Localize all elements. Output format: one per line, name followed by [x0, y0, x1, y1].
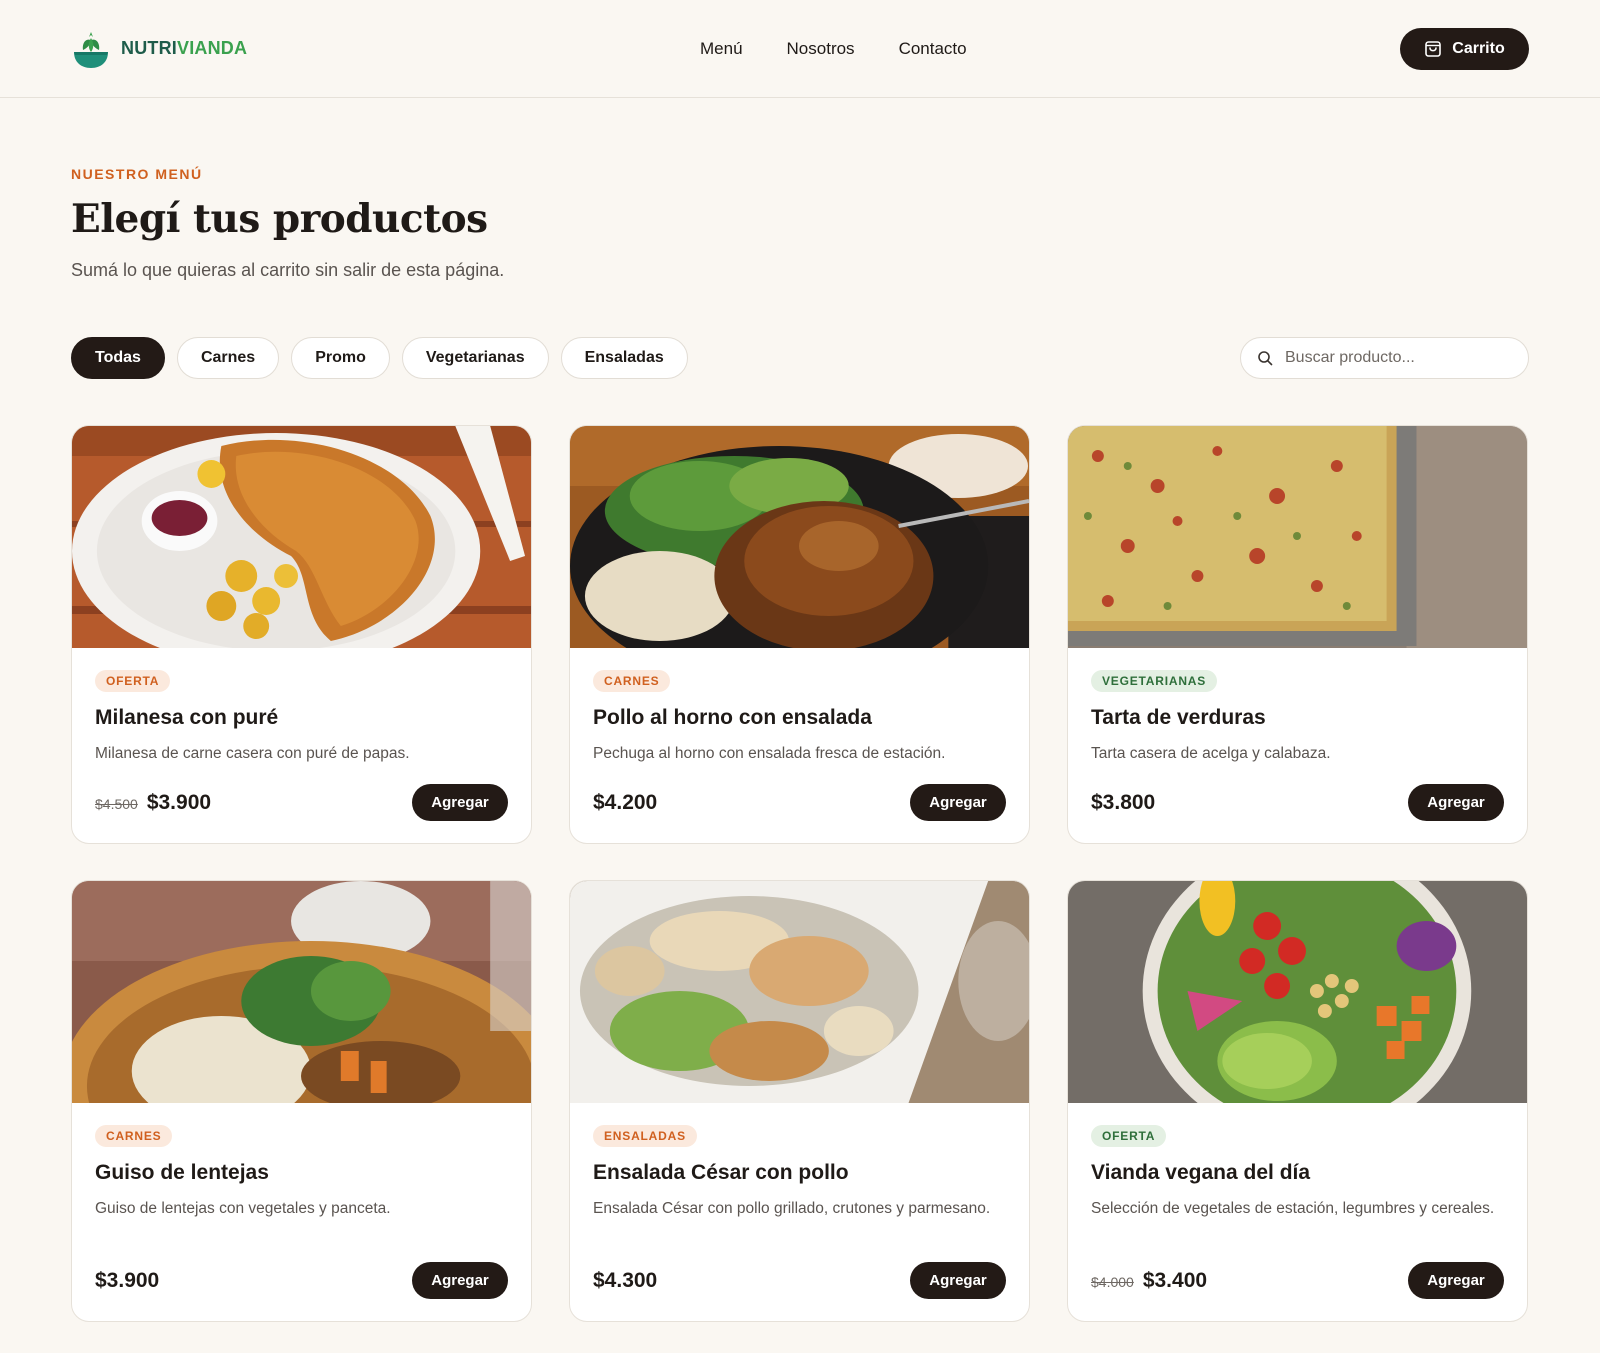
- add-to-cart-button[interactable]: Agregar: [1408, 1262, 1504, 1299]
- salad-bowl-icon: [74, 31, 108, 68]
- product-description: Tarta casera de acelga y calabaza.: [1091, 745, 1331, 762]
- product-name: Milanesa con puré: [95, 706, 279, 729]
- product-price: $3.800: [1091, 790, 1156, 814]
- filter-chip-ensaladas[interactable]: Ensaladas: [560, 337, 688, 379]
- brand-name-part: VIANDA: [177, 38, 248, 58]
- product-footer: $4.200 Agregar: [593, 784, 1006, 821]
- shopping-bag-icon: [1425, 41, 1442, 57]
- category-badge: OFERTA: [1091, 1125, 1167, 1147]
- add-to-cart-button[interactable]: Agregar: [1408, 784, 1504, 821]
- search-icon: [1258, 351, 1273, 366]
- product-description: Pechuga al horno con ensalada fresca de …: [593, 745, 946, 762]
- product-description: Milanesa de carne casera con puré de pap…: [95, 745, 410, 762]
- product-name: Guiso de lentejas: [95, 1161, 269, 1184]
- milanesa-photo: [72, 426, 531, 648]
- category-badge: OFERTA: [95, 670, 171, 692]
- brand-name-part: NUTRI: [121, 38, 177, 58]
- add-to-cart-button[interactable]: Agregar: [412, 784, 508, 821]
- product-name: Pollo al horno con ensalada: [593, 706, 872, 729]
- product-footer: $4.000 $3.400 Agregar: [1091, 1262, 1504, 1299]
- product-name: Tarta de verduras: [1091, 706, 1266, 729]
- product-footer: $4.500 $3.900 Agregar: [95, 784, 508, 821]
- site-header: NUTRIVIANDA Menú Nosotros Contacto Carri…: [0, 0, 1600, 98]
- cesar-photo: [570, 881, 1029, 1103]
- pollo-photo: [570, 426, 1029, 648]
- product-price: $3.900: [95, 1268, 160, 1292]
- product-card: CARNES Guiso de lentejas Guiso de lentej…: [71, 880, 532, 1322]
- cart-button[interactable]: Carrito: [1400, 28, 1529, 70]
- add-to-cart-button[interactable]: Agregar: [910, 784, 1006, 821]
- product-price: $3.400: [1142, 1268, 1208, 1292]
- cart-button-label: Carrito: [1452, 40, 1505, 57]
- old-price: $4.000: [1091, 1274, 1134, 1290]
- search-input[interactable]: [1285, 349, 1505, 367]
- nav-link-nosotros[interactable]: Nosotros: [787, 39, 855, 59]
- product-name: Ensalada César con pollo: [593, 1161, 849, 1184]
- category-badge: CARNES: [593, 670, 671, 692]
- nav-link-menu[interactable]: Menú: [700, 39, 743, 59]
- search-box[interactable]: [1240, 337, 1529, 379]
- product-name: Vianda vegana del día: [1091, 1161, 1311, 1184]
- main-nav: Menú Nosotros Contacto: [700, 0, 967, 98]
- product-card: OFERTA Vianda vegana del día Selección d…: [1067, 880, 1528, 1322]
- tarta-photo: [1068, 426, 1527, 648]
- filter-chip-carnes[interactable]: Carnes: [176, 337, 280, 379]
- product-card: ENSALADAS Ensalada César con pollo Ensal…: [569, 880, 1030, 1322]
- section-kicker: NUESTRO MENÚ: [71, 166, 203, 182]
- menu-intro: NUESTRO MENÚ Elegí tus productos Sumá lo…: [0, 98, 1600, 281]
- add-to-cart-button[interactable]: Agregar: [910, 1262, 1006, 1299]
- brand-logo[interactable]: NUTRIVIANDA: [71, 26, 247, 72]
- product-grid: OFERTA Milanesa con puré Milanesa de car…: [71, 425, 1529, 1322]
- product-footer: $3.900 Agregar: [95, 1262, 508, 1299]
- product-card: VEGETARIANAS Tarta de verduras Tarta cas…: [1067, 425, 1528, 844]
- category-badge: VEGETARIANAS: [1091, 670, 1218, 692]
- vegana-photo: [1068, 881, 1527, 1103]
- category-badge: CARNES: [95, 1125, 173, 1147]
- page-subtitle: Sumá lo que quieras al carrito sin salir…: [71, 260, 505, 280]
- filter-chip-todas[interactable]: Todas: [71, 337, 165, 379]
- filter-chip-vegetarianas[interactable]: Vegetarianas: [401, 337, 549, 379]
- guiso-photo: [72, 881, 531, 1103]
- page-title: Elegí tus productos: [71, 196, 488, 242]
- product-footer: $4.300 Agregar: [593, 1262, 1006, 1299]
- old-price: $4.500: [95, 796, 138, 812]
- product-card: OFERTA Milanesa con puré Milanesa de car…: [71, 425, 532, 844]
- product-description: Ensalada César con pollo grillado, cruto…: [593, 1200, 991, 1217]
- filter-chip-promo[interactable]: Promo: [291, 337, 390, 379]
- product-price: $4.200: [593, 790, 658, 814]
- product-description: Selección de vegetales de estación, legu…: [1091, 1200, 1495, 1217]
- product-price: $4.300: [593, 1268, 658, 1292]
- product-price: $3.900: [146, 790, 212, 814]
- filters-bar: Todas Carnes Promo Vegetarianas Ensalada…: [71, 337, 1529, 379]
- add-to-cart-button[interactable]: Agregar: [412, 1262, 508, 1299]
- product-description: Guiso de lentejas con vegetales y pancet…: [95, 1200, 391, 1217]
- nav-link-contacto[interactable]: Contacto: [899, 39, 967, 59]
- product-card: CARNES Pollo al horno con ensalada Pechu…: [569, 425, 1030, 844]
- product-footer: $3.800 Agregar: [1091, 784, 1504, 821]
- category-badge: ENSALADAS: [593, 1125, 697, 1147]
